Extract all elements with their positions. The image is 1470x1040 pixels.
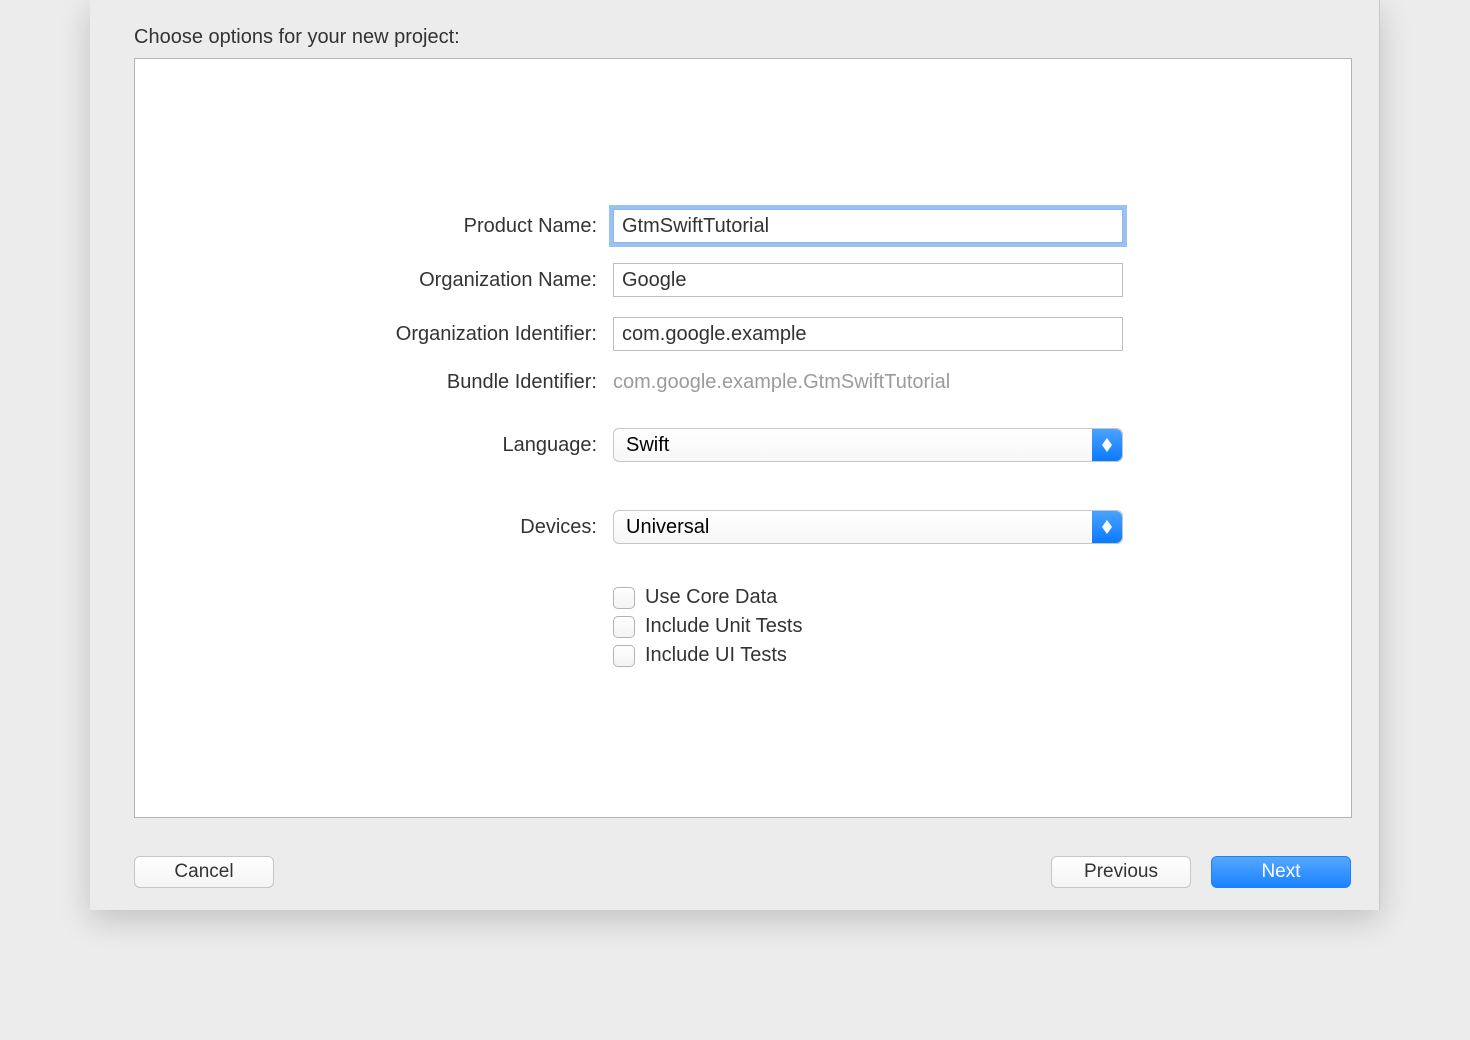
include-ui-tests-checkbox[interactable] xyxy=(613,645,635,667)
include-ui-tests-label: Include UI Tests xyxy=(645,644,787,667)
product-name-input[interactable] xyxy=(613,209,1123,243)
include-unit-tests-label: Include Unit Tests xyxy=(645,615,803,638)
chevron-up-down-icon xyxy=(1092,429,1122,461)
footer-buttons: Cancel Previous Next xyxy=(134,856,1351,888)
cancel-button[interactable]: Cancel xyxy=(134,856,274,888)
product-name-label: Product Name: xyxy=(135,215,613,238)
language-select[interactable]: Swift xyxy=(613,428,1123,462)
organization-name-input[interactable] xyxy=(613,263,1123,297)
chevron-up-down-icon xyxy=(1092,511,1122,543)
new-project-options-sheet: Choose options for your new project: Pro… xyxy=(90,0,1380,910)
devices-select[interactable]: Universal xyxy=(613,510,1123,544)
organization-name-label: Organization Name: xyxy=(135,269,613,292)
organization-identifier-input[interactable] xyxy=(613,317,1123,351)
devices-select-value: Universal xyxy=(626,516,709,539)
use-core-data-checkbox[interactable] xyxy=(613,587,635,609)
sheet-title: Choose options for your new project: xyxy=(134,26,460,49)
devices-label: Devices: xyxy=(135,516,613,539)
previous-button[interactable]: Previous xyxy=(1051,856,1191,888)
organization-identifier-label: Organization Identifier: xyxy=(135,323,613,346)
bundle-identifier-label: Bundle Identifier: xyxy=(135,371,613,394)
language-label: Language: xyxy=(135,434,613,457)
use-core-data-label: Use Core Data xyxy=(645,586,777,609)
language-select-value: Swift xyxy=(626,434,669,457)
include-unit-tests-checkbox[interactable] xyxy=(613,616,635,638)
bundle-identifier-value: com.google.example.GtmSwiftTutorial xyxy=(613,371,950,393)
options-form: Product Name: Organization Name: Organiz… xyxy=(135,209,1351,673)
next-button[interactable]: Next xyxy=(1211,856,1351,888)
options-panel: Product Name: Organization Name: Organiz… xyxy=(134,58,1352,818)
